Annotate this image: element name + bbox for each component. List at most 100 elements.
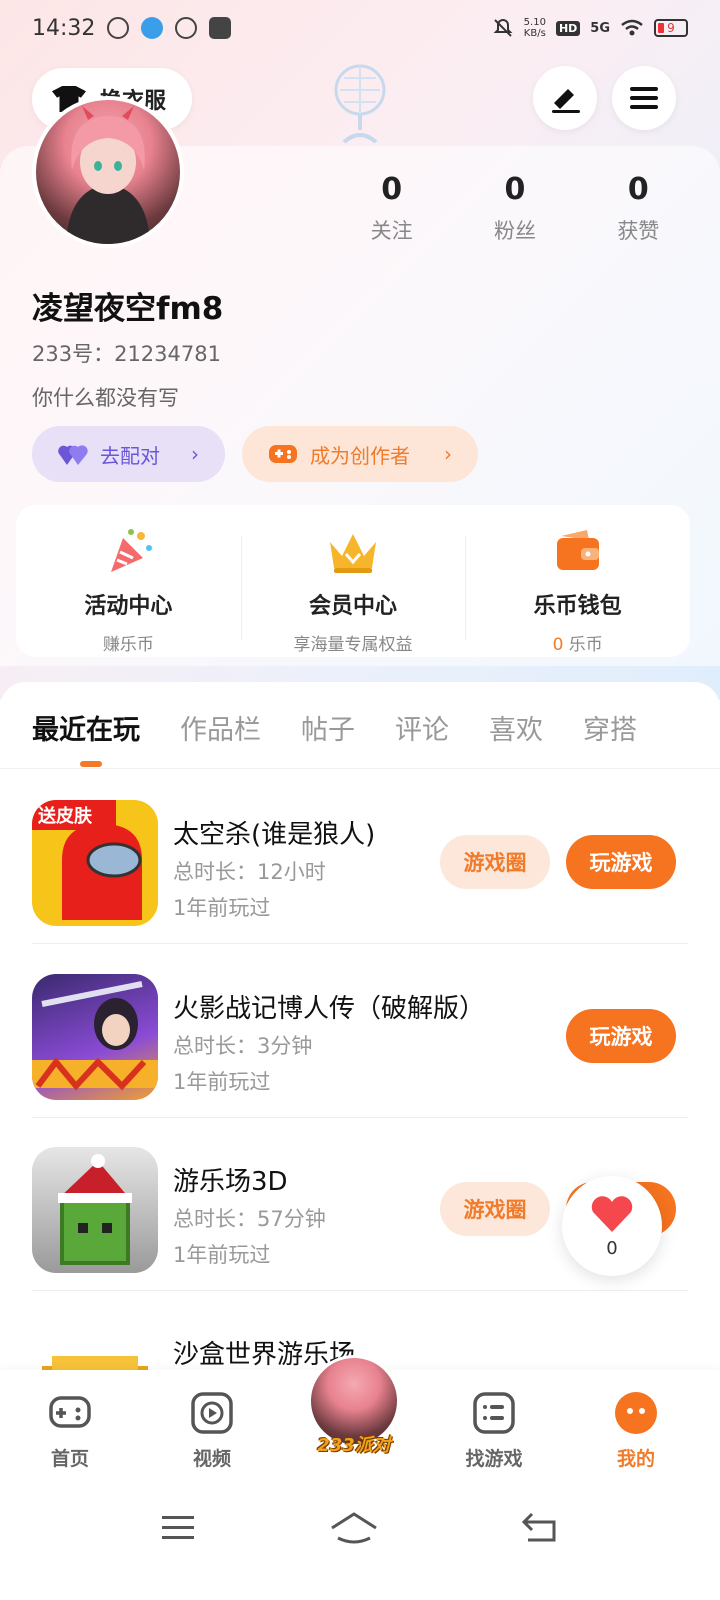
- menu-button[interactable]: [612, 66, 676, 130]
- net-speed: 5.10: [523, 17, 546, 28]
- status-bar: 14:32 5.10 KB/s HD 5G 9: [0, 0, 720, 56]
- qq-icon: [141, 17, 164, 39]
- stat-following[interactable]: 0 关注: [330, 172, 453, 245]
- stat-following-label: 关注: [370, 219, 413, 243]
- creator-label: 成为创作者: [310, 443, 410, 468]
- profile-face-icon: [615, 1392, 657, 1434]
- nav-video[interactable]: 视频: [162, 1382, 262, 1471]
- heart-icon: [591, 1195, 633, 1232]
- feature-row: 活动中心 赚乐币 会员中心 享海量专属权益 乐币钱包 0 乐币: [16, 505, 690, 657]
- match-label: 去配对: [100, 443, 160, 468]
- back-icon[interactable]: [520, 1512, 558, 1542]
- game-last-played: 1年前玩过: [173, 1243, 271, 1267]
- battery-icon: 9: [654, 19, 688, 37]
- nav-find-game[interactable]: 找游戏: [444, 1382, 544, 1471]
- game-duration: 总时长：57分钟: [173, 1207, 326, 1231]
- tab-recent[interactable]: 最近在玩: [32, 708, 140, 747]
- game-icon-playground: [32, 1147, 158, 1273]
- username: 凌望夜空fm8: [32, 291, 224, 327]
- tab-works[interactable]: 作品栏: [180, 708, 261, 747]
- melon-head-illustration: [58, 1154, 132, 1265]
- signal-icon: 5G: [590, 20, 610, 36]
- profile-tabs: 最近在玩 作品栏 帖子 评论 喜欢 穿搭: [32, 708, 692, 747]
- nav-mine-label: 我的: [616, 1448, 655, 1470]
- stat-likes[interactable]: 0 获赞: [577, 172, 700, 245]
- stat-likes-label: 获赞: [617, 219, 660, 243]
- nav-home[interactable]: 首页: [20, 1382, 120, 1471]
- game-last-played: 1年前玩过: [173, 1070, 271, 1094]
- game-name: 太空杀(谁是狼人): [173, 820, 376, 850]
- home-icon[interactable]: [330, 1512, 378, 1546]
- activity-center[interactable]: 活动中心 赚乐币: [16, 522, 241, 655]
- tab-comments[interactable]: 评论: [395, 708, 449, 747]
- list-item[interactable]: 送皮肤 太空杀(谁是狼人) 总时长：12小时 1年前玩过 游戏圈 玩游戏: [32, 770, 688, 944]
- party-label: 233派对: [317, 1435, 391, 1456]
- wallet-icon: [556, 530, 599, 570]
- stat-fans[interactable]: 0 粉丝: [453, 172, 576, 245]
- activity-center-sub: 赚乐币: [102, 635, 154, 655]
- vip-center-title: 会员中心: [309, 594, 398, 619]
- vip-center[interactable]: 会员中心 享海量专属权益: [240, 522, 466, 655]
- stat-following-value: 0: [381, 172, 403, 207]
- stat-fans-label: 粉丝: [493, 219, 536, 243]
- game-circle-button[interactable]: 游戏圈: [440, 1182, 550, 1236]
- hd-badge: HD: [555, 20, 581, 36]
- tab-indicator: [80, 761, 102, 767]
- tab-outfits[interactable]: 穿搭: [583, 708, 637, 747]
- nav-find-game-label: 找游戏: [465, 1448, 523, 1470]
- become-creator-button[interactable]: 成为创作者 ›: [242, 426, 478, 482]
- edit-profile-button[interactable]: [533, 66, 597, 130]
- game-duration: 总时长：3分钟: [173, 1034, 313, 1058]
- recent-apps-icon[interactable]: [160, 1512, 196, 1542]
- user-bio[interactable]: 你什么都没有写: [32, 382, 179, 412]
- party-233-button[interactable]: 233派对: [306, 1355, 402, 1465]
- crewmate-illustration: 送皮肤: [32, 800, 142, 920]
- vip-center-sub: 享海量专属权益: [293, 635, 413, 655]
- coin-balance: 0: [552, 635, 564, 655]
- notification-icon: [107, 17, 130, 39]
- video-icon: [191, 1392, 233, 1434]
- gamepad-icon: [269, 445, 297, 463]
- wifi-icon: [621, 19, 643, 36]
- nav-mine[interactable]: 我的: [586, 1382, 686, 1471]
- coin-wallet[interactable]: 乐币钱包 0 乐币: [465, 522, 690, 655]
- list-icon: [473, 1392, 515, 1434]
- game-duration: 总时长：12小时: [173, 860, 326, 884]
- avatar[interactable]: [32, 96, 184, 248]
- pen-icon: [552, 89, 580, 113]
- game-name: 游乐场3D: [173, 1167, 288, 1197]
- list-item[interactable]: 火影战记博人传（破解版） 总时长：3分钟 1年前玩过 玩游戏: [32, 944, 688, 1118]
- avatar-illustration: [66, 106, 150, 244]
- game-circle-button[interactable]: 游戏圈: [440, 835, 550, 889]
- tab-posts[interactable]: 帖子: [301, 708, 355, 747]
- profile-stats: 0 关注 0 粉丝 0 获赞: [330, 172, 700, 245]
- stat-likes-value: 0: [627, 172, 649, 207]
- nav-home-label: 首页: [50, 1448, 89, 1470]
- match-button[interactable]: 去配对 ›: [32, 426, 225, 482]
- game-last-played: 1年前玩过: [173, 896, 271, 920]
- game-icon-naruto: [32, 974, 158, 1100]
- naruto-illustration: [32, 981, 158, 1091]
- sandbox-illustration: [42, 1356, 148, 1370]
- fan-icon: [175, 17, 198, 39]
- double-heart-icon: [58, 445, 88, 465]
- mute-icon: [493, 18, 513, 37]
- activity-center-title: 活动中心: [84, 594, 173, 619]
- trophy-deco-icon: [334, 64, 386, 144]
- user-id: 233号：21234781: [32, 342, 221, 366]
- tabs-divider: [0, 768, 720, 769]
- tab-likes[interactable]: 喜欢: [489, 708, 543, 747]
- stat-fans-value: 0: [504, 172, 526, 207]
- play-game-button[interactable]: 玩游戏: [566, 835, 676, 889]
- coin-unit: 乐币: [563, 635, 603, 655]
- play-game-button[interactable]: 玩游戏: [566, 1009, 676, 1063]
- status-time: 14:32: [32, 15, 96, 41]
- net-unit: KB/s: [523, 28, 546, 39]
- system-nav-bar: [0, 1482, 720, 1600]
- party-popper-icon: [111, 529, 153, 572]
- coin-wallet-sub: 0 乐币: [465, 630, 690, 655]
- game-name: 火影战记博人传（破解版）: [173, 994, 486, 1024]
- battery-level: 9: [667, 21, 675, 35]
- floating-like-button[interactable]: 0: [562, 1176, 662, 1276]
- chevron-right-icon: ›: [444, 442, 452, 466]
